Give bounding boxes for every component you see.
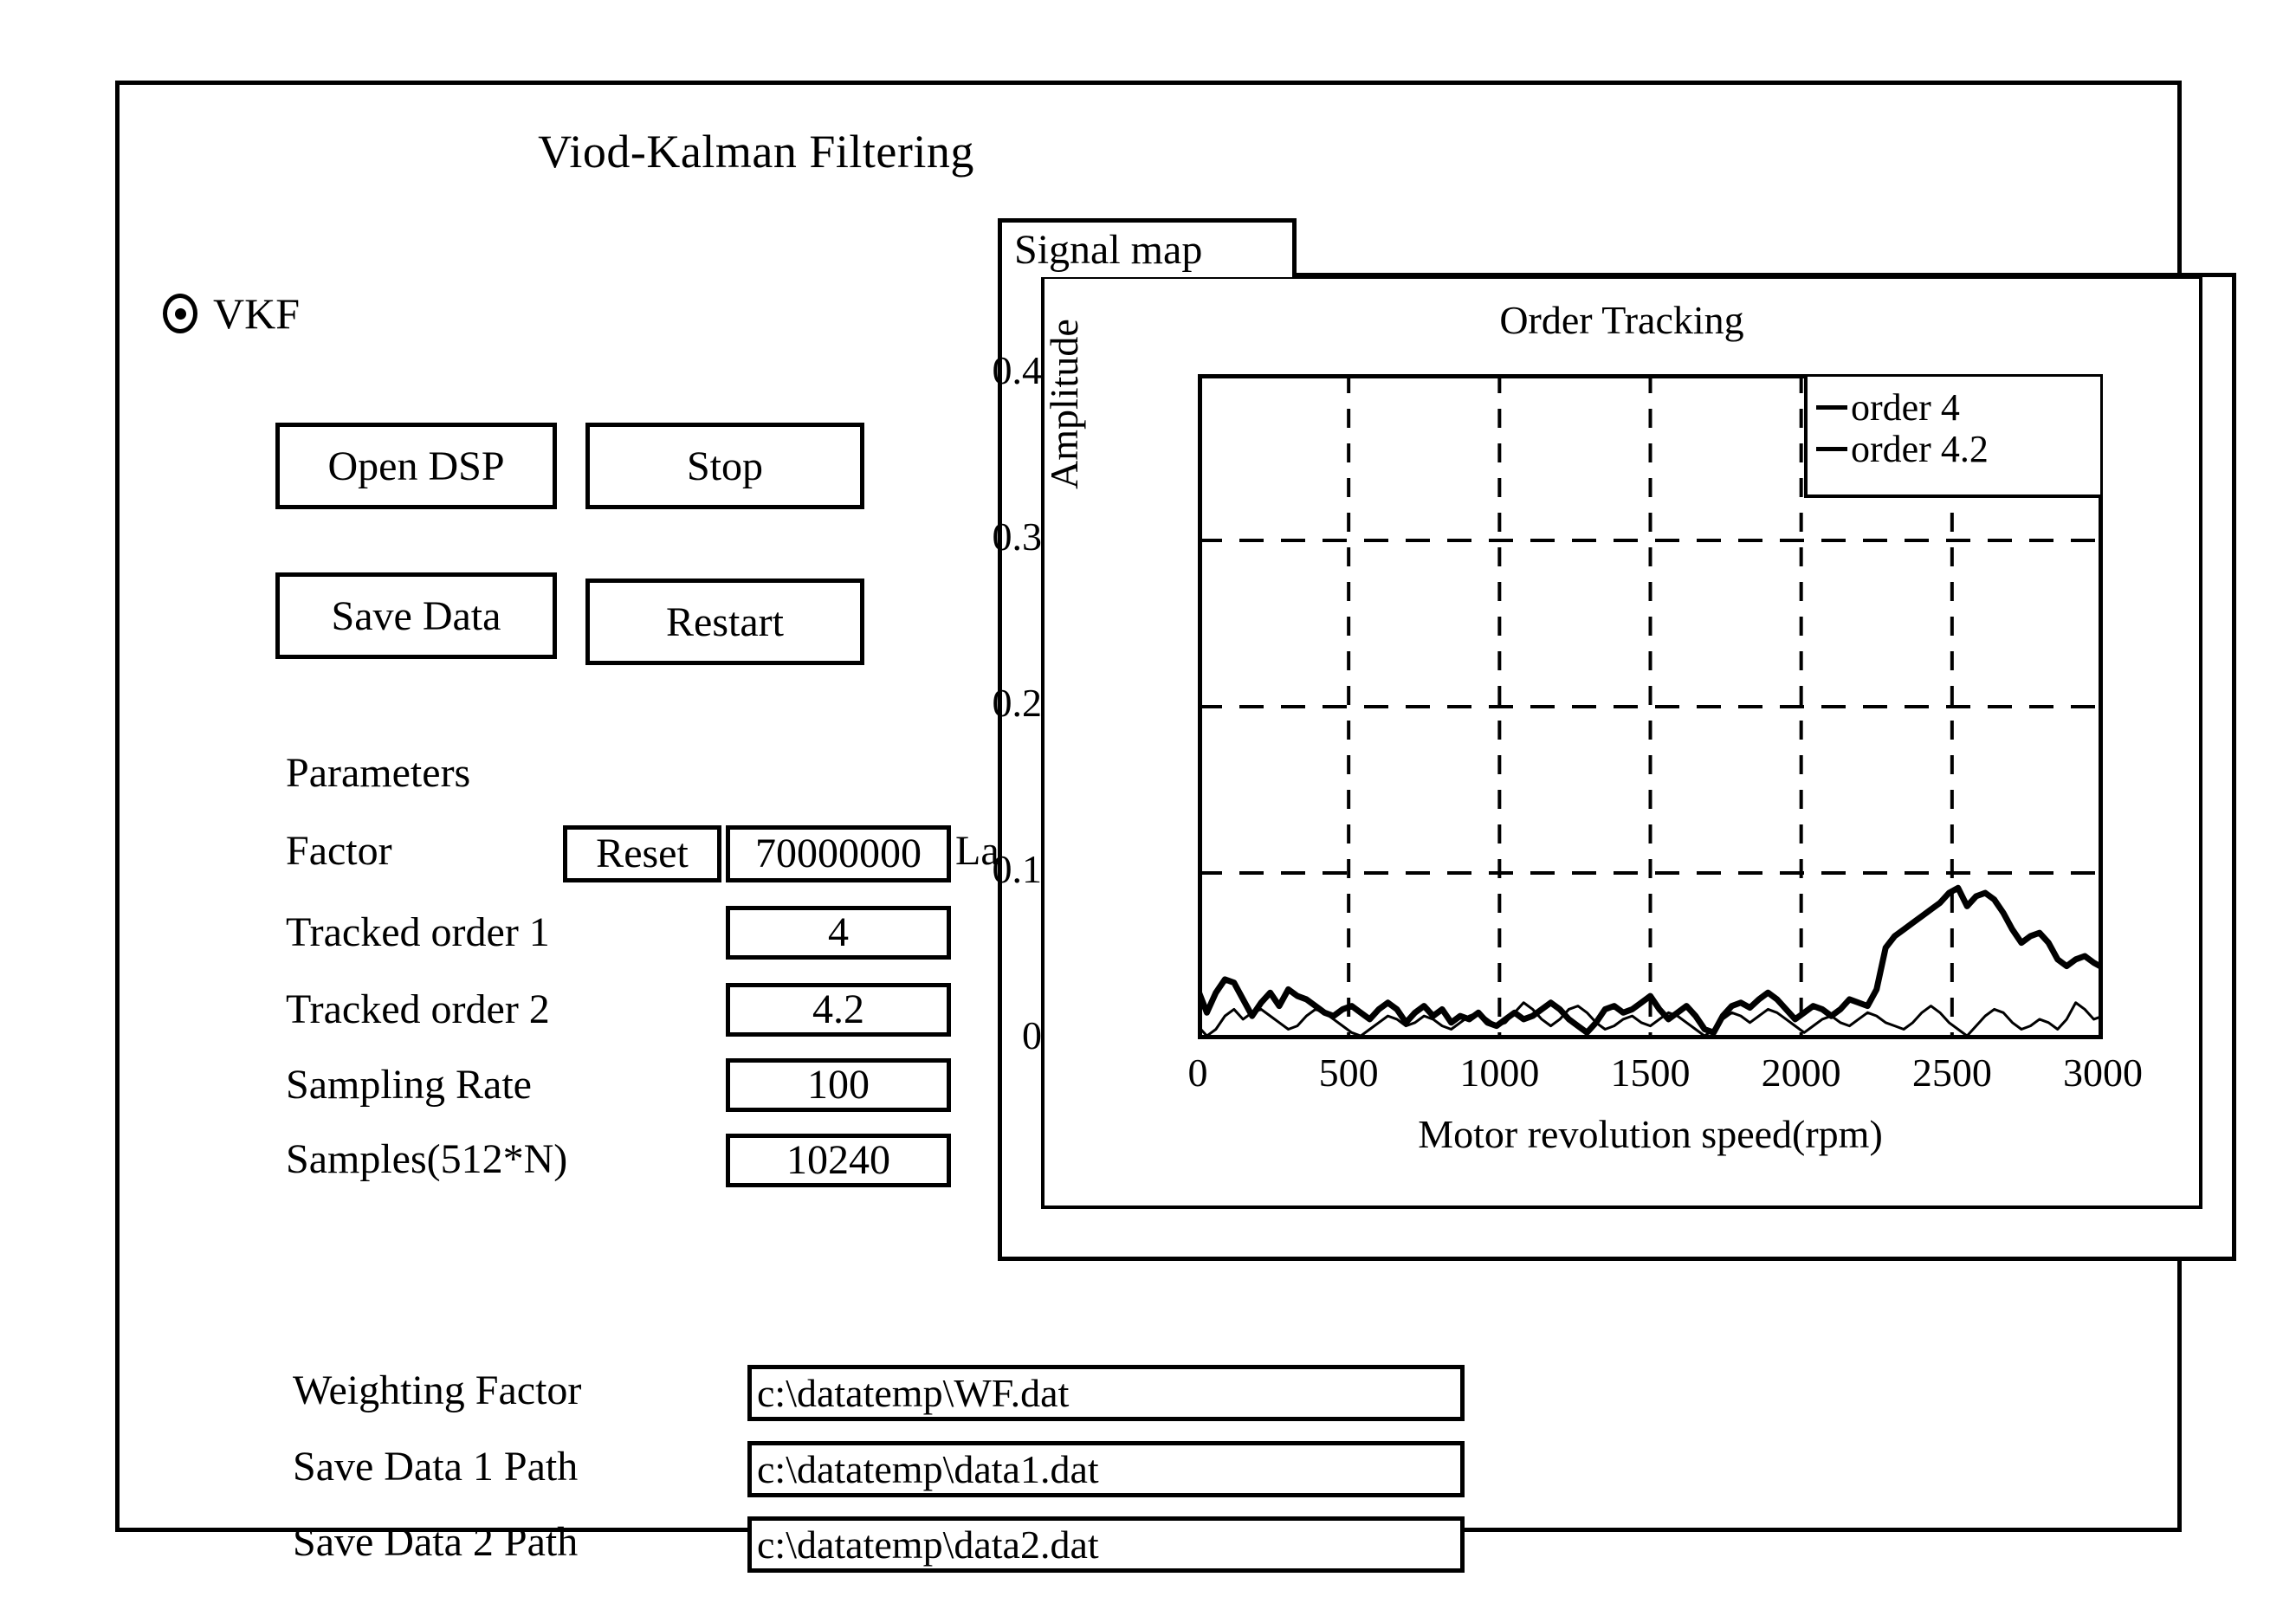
legend-item-label: order 4.2 — [1851, 427, 1989, 470]
y-tick-label: 0.1 — [992, 847, 1043, 891]
save-data-2-path-input[interactable]: c:\datatemp\data2.dat — [747, 1516, 1465, 1573]
open-dsp-button[interactable]: Open DSP — [275, 423, 557, 509]
chart-x-axis-title: Motor revolution speed(rpm) — [1418, 1112, 1883, 1156]
tracked-order-1-input[interactable]: 4 — [726, 906, 951, 960]
y-tick-label: 0.3 — [992, 514, 1043, 559]
sampling-rate-label: Sampling Rate — [286, 1062, 532, 1108]
samples-label: Samples(512*N) — [286, 1136, 568, 1182]
y-tick-label: 0.4 — [992, 348, 1043, 392]
legend-item: order 4.2 — [1816, 427, 2100, 470]
legend-item-label: order 4 — [1851, 386, 1960, 429]
x-tick-label: 500 — [1318, 1050, 1379, 1095]
tracked-order-1-label: Tracked order 1 — [286, 909, 550, 955]
radio-button-icon[interactable] — [163, 294, 197, 333]
legend-item: order 4 — [1816, 387, 2100, 429]
x-tick-label: 1500 — [1610, 1050, 1691, 1095]
save-data-2-path-label: Save Data 2 Path — [293, 1519, 579, 1565]
tab-signal-map[interactable]: Signal map — [998, 218, 1297, 277]
factor-input[interactable]: 70000000 — [726, 825, 951, 882]
vkf-radio-label: VKF — [213, 289, 301, 338]
y-tick-label: 0 — [1022, 1013, 1042, 1057]
vkf-radio-option[interactable]: VKF — [163, 288, 300, 339]
factor-label: Factor — [286, 828, 392, 874]
samples-input[interactable]: 10240 — [726, 1134, 951, 1187]
x-tick-label: 2000 — [1761, 1050, 1841, 1095]
legend-line-icon — [1816, 446, 1847, 451]
sampling-rate-input[interactable]: 100 — [726, 1058, 951, 1112]
y-tick-label: 0.2 — [992, 681, 1043, 725]
save-data-1-path-label: Save Data 1 Path — [293, 1444, 579, 1490]
tracked-order-2-input[interactable]: 4.2 — [726, 983, 951, 1037]
restart-button[interactable]: Restart — [585, 579, 864, 665]
x-tick-label: 3000 — [2063, 1050, 2143, 1095]
parameters-heading: Parameters — [286, 750, 471, 796]
reset-button[interactable]: Reset — [563, 825, 721, 882]
weighting-factor-label: Weighting Factor — [293, 1367, 582, 1413]
save-data-1-path-input[interactable]: c:\datatemp\data1.dat — [747, 1441, 1465, 1497]
x-tick-label: 2500 — [1911, 1050, 1992, 1095]
chart-legend: order 4 order 4.2 — [1804, 377, 2100, 498]
save-data-button[interactable]: Save Data — [275, 572, 557, 659]
x-tick-label: 1000 — [1459, 1050, 1540, 1095]
radio-selected-dot — [174, 307, 186, 320]
chart-y-axis-title: Amplitude — [1042, 319, 1086, 489]
page-title: Viod-Kalman Filtering — [538, 126, 974, 178]
legend-line-icon — [1816, 405, 1847, 410]
tracked-order-2-label: Tracked order 2 — [286, 986, 550, 1032]
stop-button[interactable]: Stop — [585, 423, 864, 509]
chart-title: Order Tracking — [1499, 298, 1744, 342]
weighting-factor-path-input[interactable]: c:\datatemp\WF.dat — [747, 1365, 1465, 1421]
x-tick-label: 0 — [1187, 1050, 1208, 1095]
